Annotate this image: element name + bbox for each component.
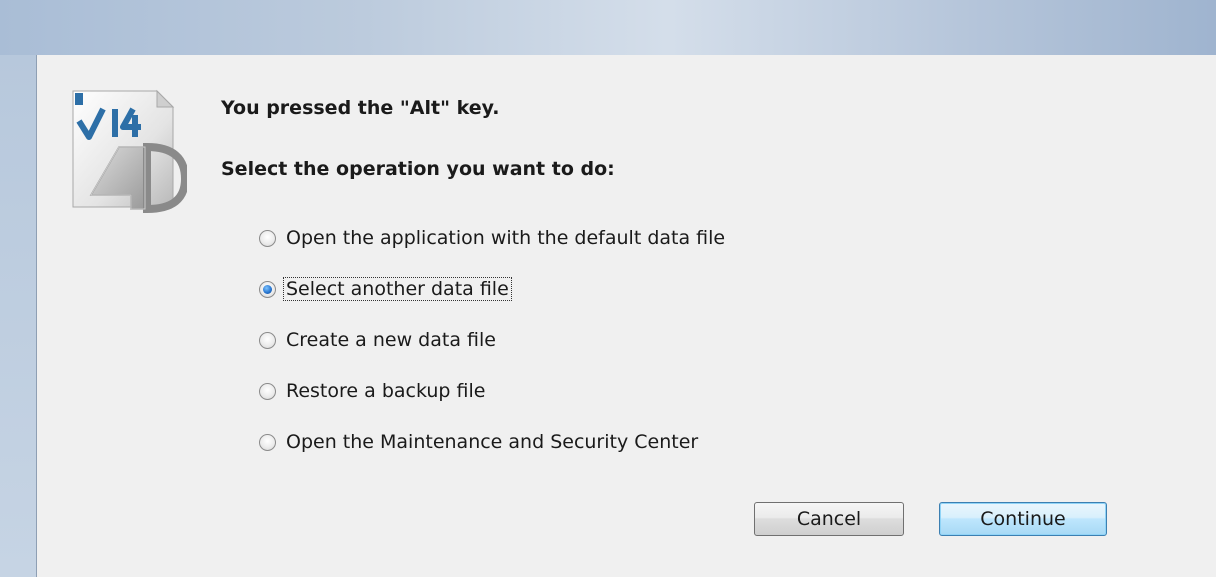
radio-create-new-data[interactable]: Create a new data file <box>259 327 498 353</box>
radio-button[interactable] <box>259 331 276 349</box>
radio-label: Select another data file <box>283 277 512 301</box>
radio-button[interactable] <box>259 433 276 451</box>
radio-button[interactable] <box>259 229 276 247</box>
cancel-button[interactable]: Cancel <box>754 502 904 536</box>
radio-label: Create a new data file <box>286 329 496 351</box>
window-titlebar[interactable] <box>0 0 1216 55</box>
dialog-prompt: Select the operation you want to do: <box>221 158 615 180</box>
radio-restore-backup[interactable]: Restore a backup file <box>259 378 487 404</box>
dialog-body: You pressed the "Alt" key. Select the op… <box>36 55 1216 577</box>
dialog-message: You pressed the "Alt" key. <box>221 97 500 119</box>
radio-open-msc[interactable]: Open the Maintenance and Security Center <box>259 429 700 455</box>
radio-select-another-data[interactable]: Select another data file <box>259 276 512 302</box>
radio-button[interactable] <box>259 382 276 400</box>
4d-v14-logo-icon <box>69 85 190 215</box>
window-frame-left <box>0 55 36 577</box>
radio-label: Open the Maintenance and Security Center <box>286 431 699 453</box>
radio-label: Restore a backup file <box>286 380 486 402</box>
radio-label: Open the application with the default da… <box>286 227 726 249</box>
continue-button[interactable]: Continue <box>939 502 1107 536</box>
radio-open-default-data[interactable]: Open the application with the default da… <box>259 225 727 251</box>
radio-button-selected[interactable] <box>259 280 276 298</box>
